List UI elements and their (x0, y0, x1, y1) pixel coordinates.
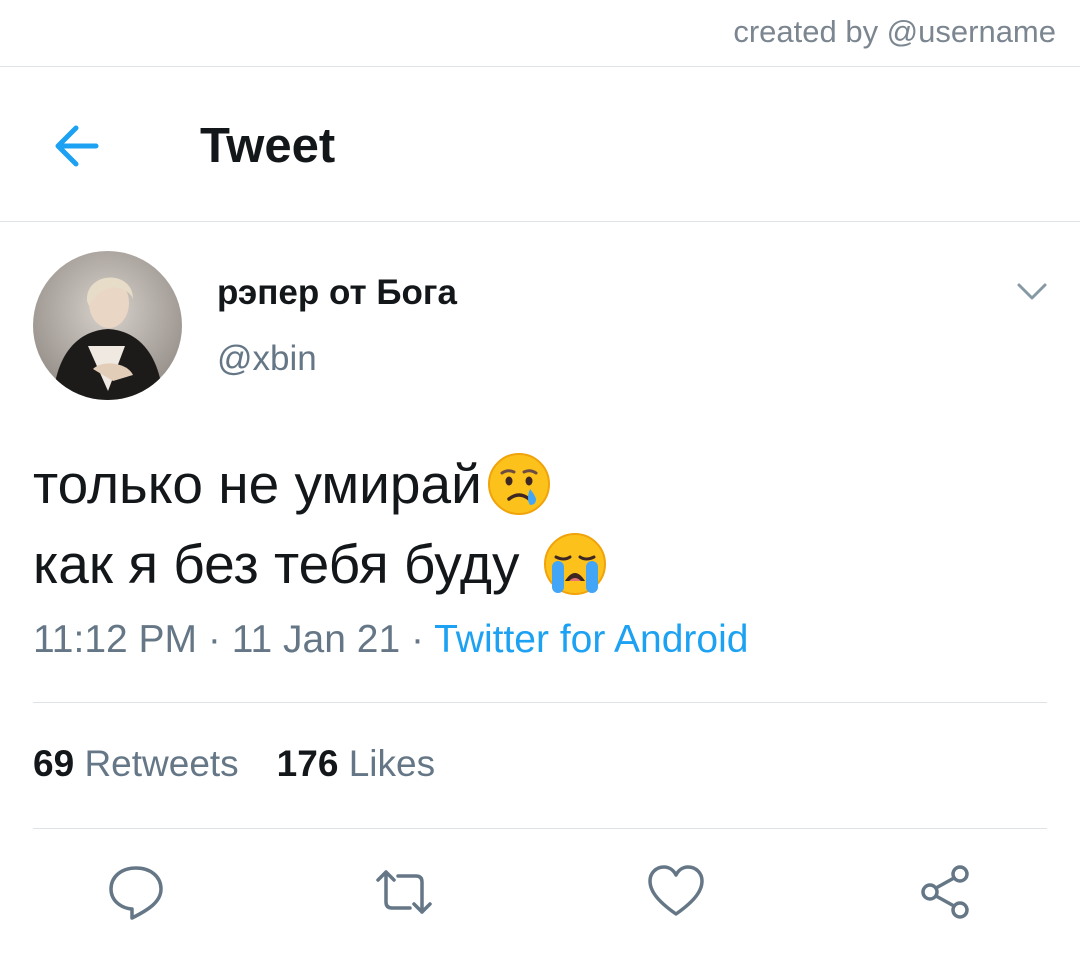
separator: · (411, 618, 424, 661)
divider (0, 66, 1080, 67)
separator: · (207, 618, 221, 661)
retweet-icon (376, 870, 432, 914)
tweet-line: только не умирай (33, 453, 482, 515)
tweet-source-link[interactable]: Twitter for Android (434, 618, 748, 661)
chevron-down-icon (1017, 283, 1047, 300)
retweets-label: Retweets (84, 743, 239, 784)
tweet-meta: 11:12 PM · 11 Jan 21 · Twitter for Andro… (33, 618, 748, 662)
tweet-time: 11:12 PM (33, 618, 198, 661)
reply-button[interactable] (106, 862, 166, 922)
back-button[interactable] (46, 118, 110, 174)
more-options-button[interactable] (1012, 276, 1052, 306)
like-button[interactable] (646, 862, 706, 922)
author-name[interactable]: рэпер от Бога (217, 273, 457, 313)
share-icon (921, 865, 969, 919)
author-handle[interactable]: @xbin (217, 339, 317, 379)
likes-stat[interactable]: 176 Likes (277, 743, 435, 784)
loudly-crying-face-emoji (543, 533, 606, 595)
divider (33, 702, 1047, 703)
retweets-count: 69 (33, 743, 75, 784)
crying-face-emoji (487, 453, 550, 515)
avatar[interactable] (33, 251, 182, 400)
likes-count: 176 (276, 743, 339, 784)
page-title: Tweet (200, 119, 336, 173)
divider (0, 221, 1080, 222)
share-button[interactable] (916, 862, 976, 922)
heart-icon (648, 865, 704, 916)
tweet-stats: 69 Retweets 176 Likes (33, 743, 435, 785)
tweet-text: только не умирай как я без тебя буду (33, 444, 608, 604)
reply-icon (109, 866, 163, 920)
credit-text: created by @username (733, 14, 1056, 49)
retweet-button[interactable] (374, 862, 434, 922)
tweet-line: как я без тебя буду (33, 533, 520, 595)
arrow-left-icon (55, 125, 99, 167)
likes-label: Likes (348, 743, 436, 784)
tweet-date: 11 Jan 21 (231, 618, 401, 661)
retweets-stat[interactable]: 69 Retweets (33, 743, 239, 784)
divider (33, 828, 1047, 829)
